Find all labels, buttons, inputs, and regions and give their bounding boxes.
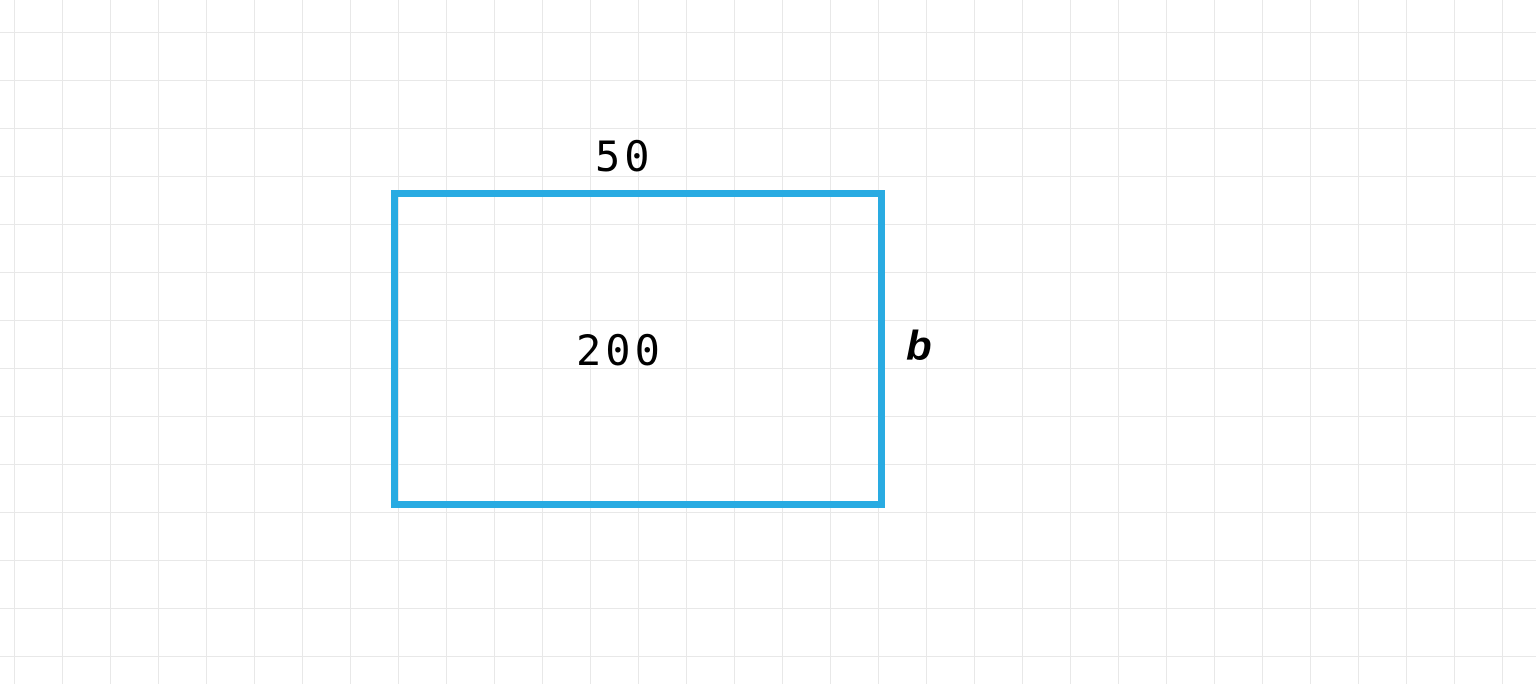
- right-height-label: b: [906, 322, 932, 370]
- top-width-label: 50: [595, 132, 654, 181]
- center-area-label: 200: [576, 326, 664, 375]
